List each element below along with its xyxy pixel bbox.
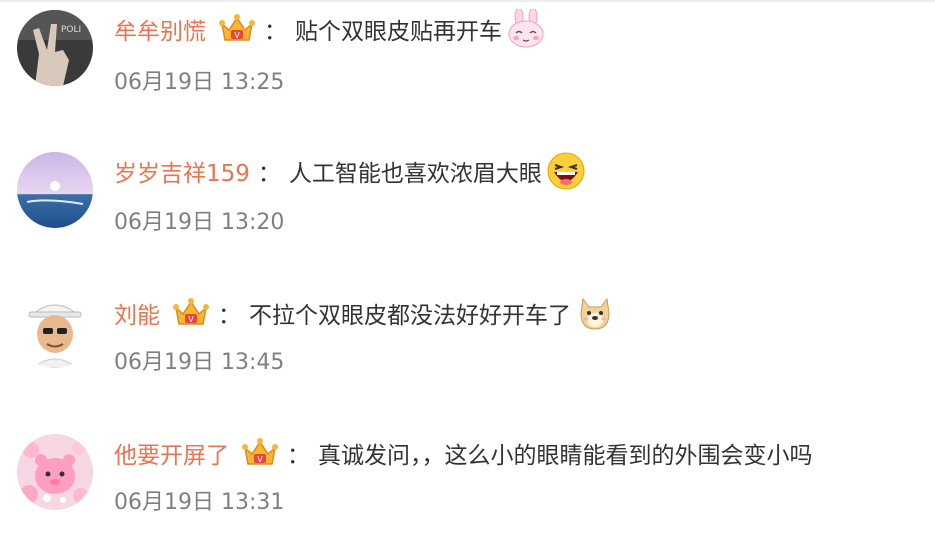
hand-gesture-avatar: POLI	[17, 10, 93, 86]
username[interactable]: 刘能	[114, 296, 160, 330]
svg-text:V: V	[188, 315, 194, 324]
colon: ：	[218, 303, 241, 329]
comment-item: 岁岁吉祥159 ： 人工智能也喜欢浓眉大眼 06月19日 13:20	[0, 140, 935, 260]
username[interactable]: 牟牟别慌	[114, 12, 206, 46]
comment-item: 刘能 V ： 不拉个双眼皮都没法好好开车了 06月19日 13:45	[0, 280, 935, 400]
comment-text: 人工智能也喜欢浓眉大眼	[288, 161, 542, 187]
username[interactable]: 岁岁吉祥159	[114, 154, 250, 188]
svg-text:V: V	[257, 455, 263, 464]
comment-text: 不拉个双眼皮都没法好好开车了	[249, 303, 571, 329]
username[interactable]: 他要开屏了	[114, 436, 229, 470]
comment-item: 他要开屏了 V ： 真诚发问，，这么小的眼睛能看到的外围会变小吗 06月19日 …	[0, 420, 935, 540]
comment-item: POLI 牟牟别慌 V ： 贴个双眼皮贴再开车 06月19日 13:25	[0, 0, 935, 120]
colon: ：	[264, 19, 287, 45]
avatar[interactable]	[17, 152, 93, 228]
colon: ：	[257, 161, 281, 187]
timestamp: 06月19日 13:20	[114, 210, 285, 235]
comment-text: 真诚发问，，这么小的眼睛能看到的外围会变小吗	[318, 443, 813, 469]
crown-badge-icon: V	[241, 436, 279, 470]
laughing-face-emoji	[546, 151, 586, 191]
avatar[interactable]	[17, 434, 93, 510]
timestamp: 06月19日 13:31	[114, 490, 285, 515]
avatar[interactable]	[17, 292, 93, 368]
comment-text: 贴个双眼皮贴再开车	[295, 19, 502, 45]
crown-badge-icon: V	[172, 296, 210, 330]
doge-emoji	[575, 293, 615, 333]
timestamp: 06月19日 13:45	[114, 350, 285, 375]
sea-sunset-avatar	[17, 152, 93, 228]
cartoon-man-avatar	[17, 292, 93, 368]
pink-plush-avatar	[17, 434, 93, 510]
svg-text:POLI: POLI	[61, 25, 81, 35]
svg-text:V: V	[234, 31, 240, 40]
colon: ：	[287, 443, 310, 469]
avatar[interactable]: POLI	[17, 10, 93, 86]
crown-badge-icon: V	[218, 12, 256, 46]
timestamp: 06月19日 13:25	[114, 70, 285, 95]
bunny-shy-emoji	[506, 7, 546, 49]
